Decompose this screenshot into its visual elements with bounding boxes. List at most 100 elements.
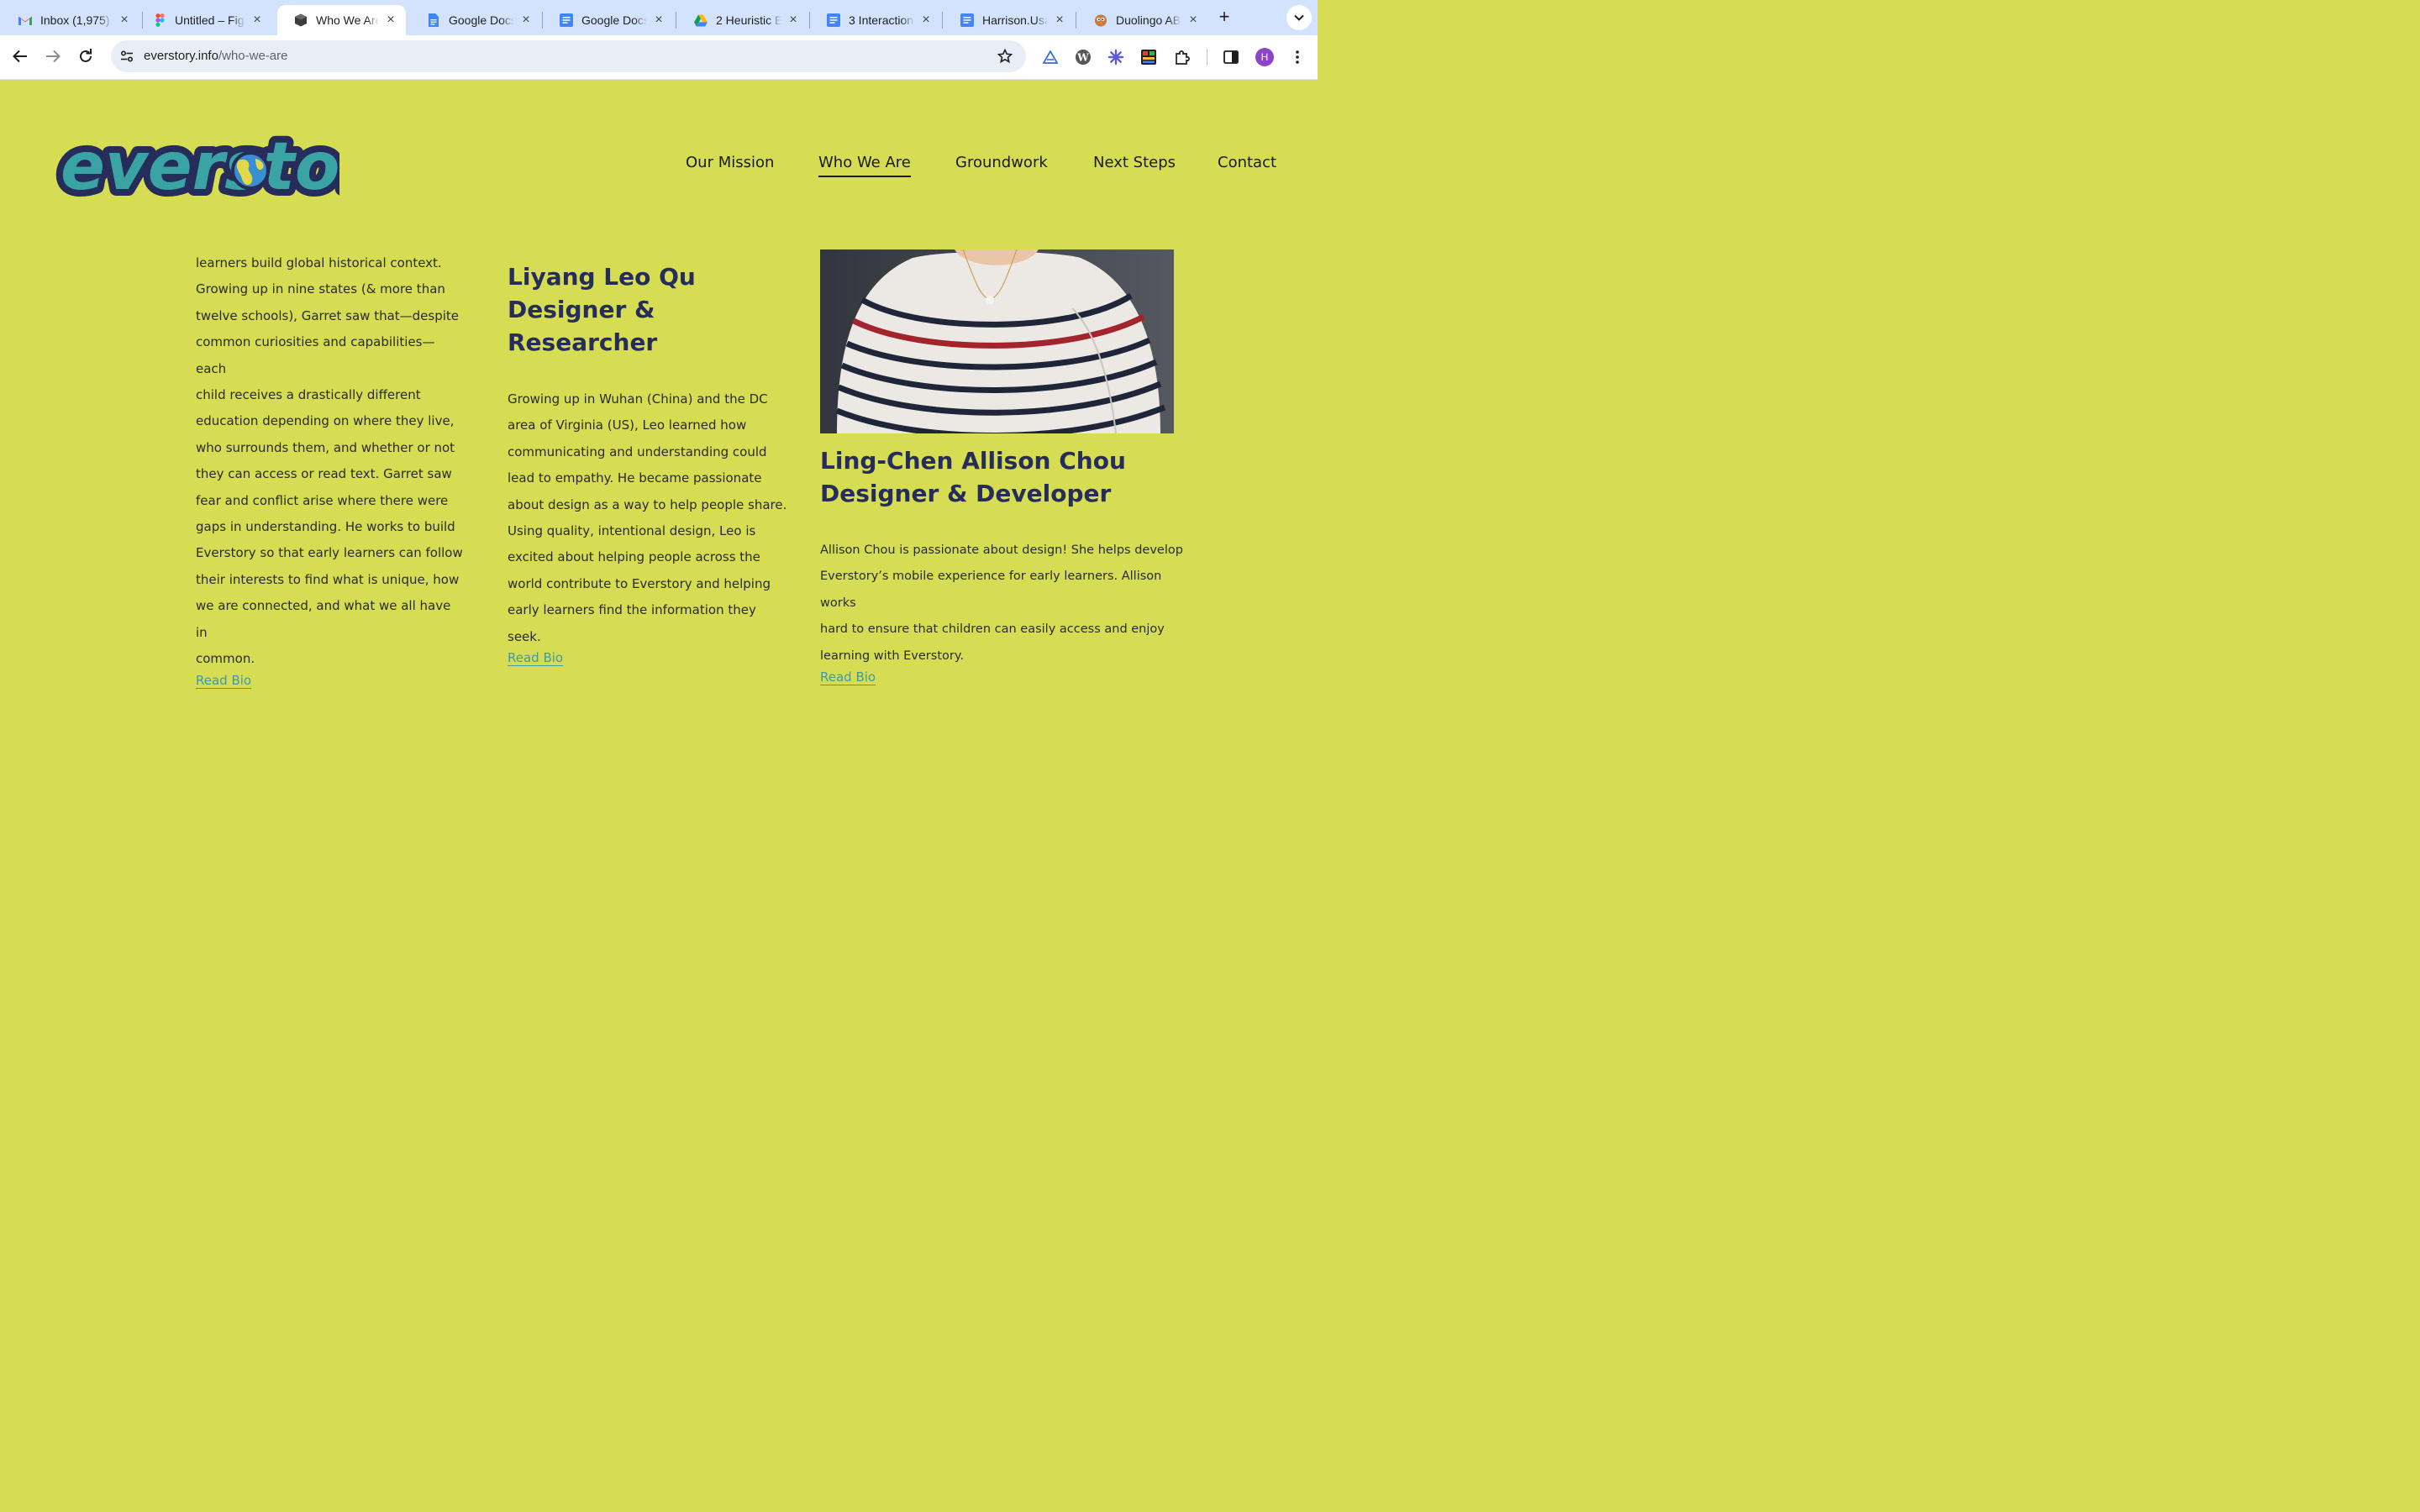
- url-text[interactable]: everstory.info/who-we-are: [144, 49, 287, 63]
- close-tab-icon[interactable]: ×: [519, 13, 533, 27]
- team-member-leo: Liyang Leo Qu Designer & Researcher Grow…: [508, 260, 797, 666]
- figma-icon: [153, 13, 166, 27]
- back-button[interactable]: [9, 45, 31, 67]
- squarespace-icon: [294, 13, 308, 27]
- close-tab-icon[interactable]: ×: [250, 13, 264, 27]
- tab-google-docs-2[interactable]: Google Docs ×: [543, 5, 674, 35]
- everstory-logo[interactable]: everstory everstory: [52, 112, 339, 218]
- drive-extension-icon[interactable]: [1040, 47, 1060, 67]
- colorzilla-extension-icon[interactable]: [1139, 47, 1159, 67]
- tab-google-docs[interactable]: Google Docs ×: [410, 5, 541, 35]
- member-name: Ling-Chen Allison Chou Designer & Develo…: [820, 444, 1190, 510]
- wordpress-extension-icon[interactable]: W: [1073, 47, 1093, 67]
- bio-line: about design as a way to help people sha…: [508, 496, 787, 512]
- bio-line: early learners find the information they: [508, 602, 756, 618]
- bio-line: their interests to find what is unique, …: [196, 571, 460, 587]
- page-content: everstory everstory Our Mission Who We A…: [0, 80, 1318, 823]
- google-docs-icon: [427, 13, 440, 27]
- bio-line: gaps in understanding. He works to build: [196, 519, 455, 535]
- address-bar[interactable]: everstory.info/who-we-are: [111, 40, 1026, 72]
- bookmark-star-icon[interactable]: [996, 47, 1014, 66]
- close-tab-icon[interactable]: ×: [118, 13, 131, 27]
- chevron-down-icon: [1294, 14, 1304, 21]
- tab-title: Harrison.Usability: [982, 13, 1048, 27]
- bio-line: Using quality, intentional design, Leo i…: [508, 523, 756, 539]
- member-bio: learners build global historical context…: [196, 250, 465, 673]
- name-line: Designer & Developer: [820, 480, 1112, 507]
- close-tab-icon[interactable]: ×: [786, 13, 800, 27]
- close-tab-icon[interactable]: ×: [919, 13, 933, 27]
- bio-line: area of Virginia (US), Leo learned how: [508, 417, 747, 433]
- read-bio-link[interactable]: Read Bio: [196, 673, 251, 688]
- bio-line: world contribute to Everstory and helpin…: [508, 575, 771, 591]
- nav-our-mission[interactable]: Our Mission: [686, 154, 774, 171]
- forward-arrow-icon: [46, 50, 60, 63]
- striped-sweater-photo: [820, 249, 1174, 433]
- tab-heuristic[interactable]: 2 Heuristic Evaluation ×: [677, 5, 808, 35]
- team-member-garret: learners build global historical context…: [196, 250, 465, 689]
- extensions-puzzle-icon[interactable]: [1172, 47, 1192, 67]
- site-info-icon[interactable]: [118, 47, 136, 66]
- bio-line: hard to ensure that children can easily …: [820, 622, 1165, 637]
- duolingo-icon: [1094, 13, 1107, 27]
- bio-line: Everstory’s mobile experience for early …: [820, 570, 1162, 610]
- profile-avatar[interactable]: H: [1255, 48, 1274, 66]
- bio-line: lead to empathy. He became passionate: [508, 470, 762, 486]
- bio-line: fear and conflict arise where there were: [196, 492, 449, 508]
- tab-harrison[interactable]: Harrison.Usability ×: [944, 5, 1075, 35]
- google-drive-icon: [694, 13, 708, 27]
- tab-title: Google Docs: [449, 13, 514, 27]
- tab-strip: Inbox (1,975) × Untitled – Figma × Who W…: [0, 0, 1318, 35]
- tab-figma[interactable]: Untitled – Figma ×: [136, 5, 272, 35]
- nav-next-steps[interactable]: Next Steps: [1093, 154, 1176, 171]
- read-bio-link[interactable]: Read Bio: [820, 669, 876, 685]
- close-tab-icon[interactable]: ×: [652, 13, 666, 27]
- tab-title: Google Docs: [581, 13, 647, 27]
- google-docs-icon: [560, 13, 573, 27]
- tab-title: 3 Interaction: [849, 13, 914, 27]
- close-tab-icon[interactable]: ×: [1186, 13, 1200, 27]
- name-line: Ling-Chen Allison Chou: [820, 447, 1126, 475]
- tab-search-button[interactable]: [1286, 5, 1312, 30]
- google-docs-icon: [827, 13, 840, 27]
- bio-line: Allison Chou is passionate about design!…: [820, 543, 1183, 557]
- menu-kebab-icon[interactable]: [1287, 47, 1307, 67]
- svg-text:W: W: [1076, 52, 1089, 64]
- google-docs-icon: [960, 13, 974, 27]
- bio-line: they can access or read text. Garret saw: [196, 466, 452, 482]
- tab-gmail[interactable]: Inbox (1,975) ×: [2, 5, 139, 35]
- bio-line: who surrounds them, and whether or not: [196, 439, 455, 455]
- reload-button[interactable]: [75, 45, 97, 67]
- forward-button[interactable]: [42, 45, 64, 67]
- name-line: Designer &: [508, 296, 655, 323]
- nav-contact[interactable]: Contact: [1218, 154, 1276, 171]
- new-tab-icon[interactable]: +: [1215, 8, 1234, 26]
- tab-title: Who We Are: [316, 13, 379, 27]
- bio-line: excited about helping people across the: [508, 549, 760, 565]
- globe-icon: [231, 151, 270, 190]
- sparkle-extension-icon[interactable]: [1106, 47, 1126, 67]
- close-tab-icon[interactable]: ×: [1053, 13, 1066, 27]
- member-bio: Growing up in Wuhan (China) and the DC a…: [508, 386, 797, 650]
- team-member-allison: Ling-Chen Allison Chou Designer & Develo…: [820, 444, 1190, 685]
- name-line: Researcher: [508, 328, 658, 356]
- bio-line: we are connected, and what we all have i…: [196, 598, 451, 640]
- nav-who-we-are[interactable]: Who We Are: [818, 154, 911, 177]
- tab-interaction[interactable]: 3 Interaction ×: [810, 5, 941, 35]
- tab-title: Untitled – Figma: [175, 13, 245, 27]
- logo-wordmark: everstory: [60, 129, 339, 205]
- close-tab-icon[interactable]: ×: [384, 13, 397, 27]
- bio-line: education depending on where they live,: [196, 413, 455, 429]
- gmail-icon: [18, 13, 32, 27]
- tab-title: Duolingo ABC: [1116, 13, 1181, 27]
- member-name: Liyang Leo Qu Designer & Researcher: [508, 260, 797, 359]
- bio-line: learning with Everstory.: [820, 648, 964, 663]
- read-bio-link[interactable]: Read Bio: [508, 650, 563, 665]
- browser-toolbar: everstory.info/who-we-are W H: [0, 35, 1318, 80]
- side-panel-icon[interactable]: [1221, 47, 1241, 67]
- tab-who-we-are[interactable]: Who We Are ×: [277, 5, 406, 35]
- bio-line: Everstory so that early learners can fol…: [196, 545, 463, 561]
- tab-duolingo[interactable]: Duolingo ABC ×: [1077, 5, 1208, 35]
- nav-groundwork[interactable]: Groundwork: [955, 154, 1048, 171]
- bio-line: learners build global historical context…: [196, 255, 442, 270]
